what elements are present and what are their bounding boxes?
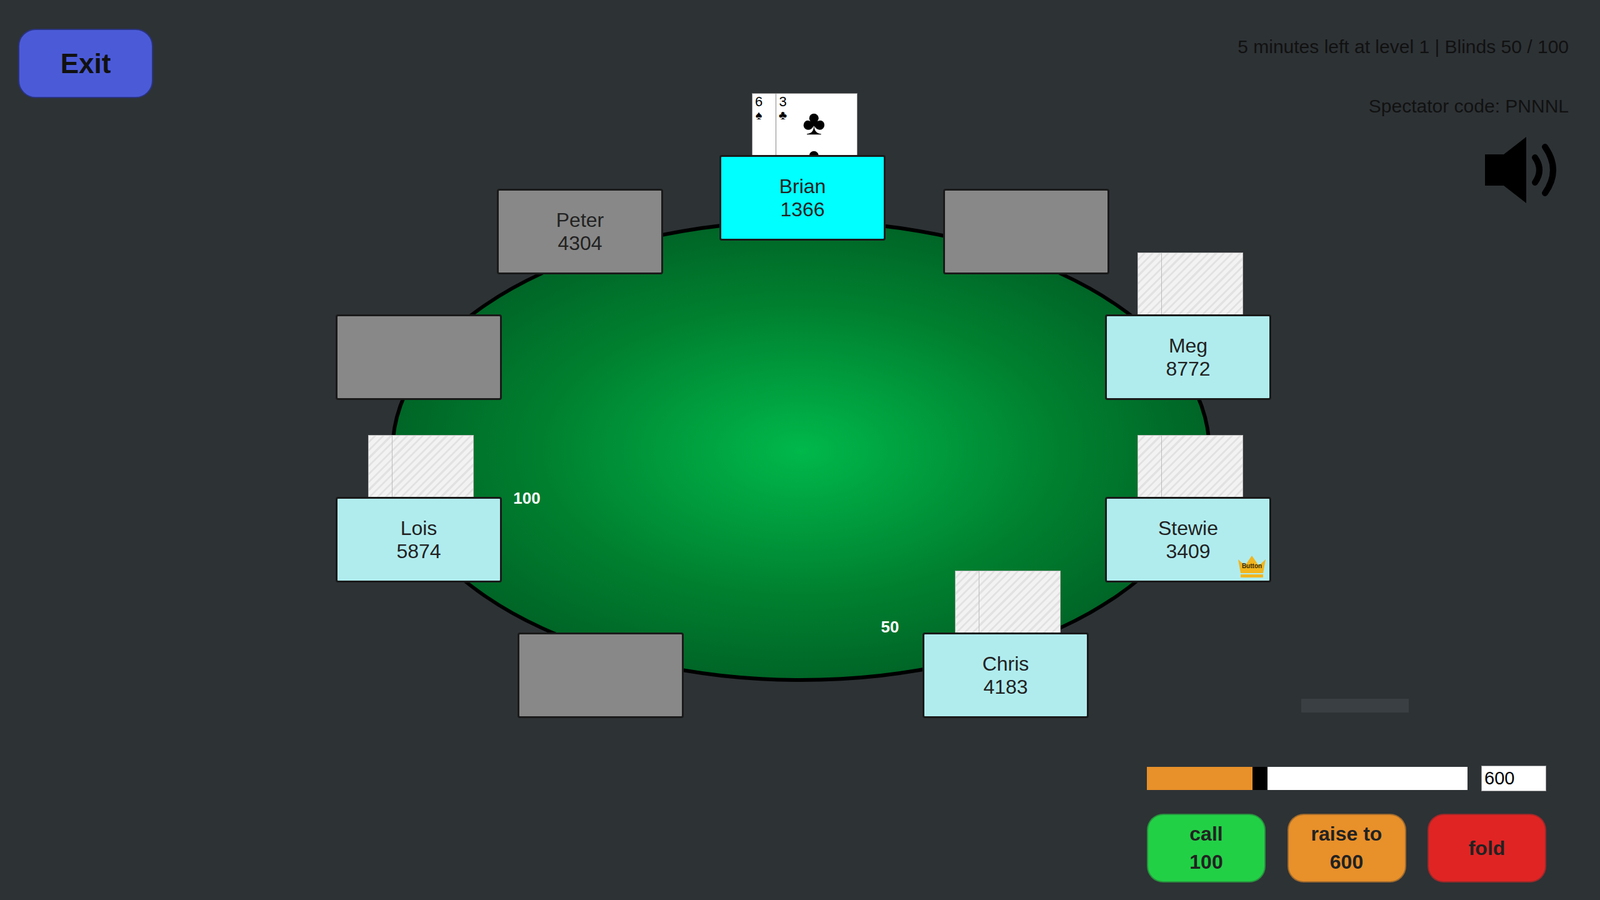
card-rank: 6 (755, 95, 763, 109)
exit-button[interactable]: Exit (18, 28, 154, 99)
button-amount: 600 (1330, 848, 1364, 877)
bet-amount: 50 (881, 615, 900, 640)
card-corner: 6♠ (755, 95, 763, 122)
player-seat: Peter4304 (496, 188, 664, 275)
action-panel: 600 call100raise to600fold (1146, 765, 1547, 883)
spectator-code: Spectator code: PNNNL (1368, 91, 1569, 120)
button-label: fold (1468, 834, 1506, 863)
level-info: 5 minutes left at level 1 | Blinds 50 / … (1237, 32, 1569, 61)
player-chips: 4304 (557, 231, 602, 255)
badge-label: Button (1236, 563, 1267, 570)
button-label: call (1189, 820, 1223, 849)
poker-screen: Exit 5 minutes left at level 1 | Blinds … (0, 0, 1600, 900)
button-label: raise to (1311, 820, 1383, 849)
faint-box (1301, 698, 1409, 713)
player-chips: 1366 (780, 198, 825, 222)
player-chips: 8772 (1165, 357, 1210, 381)
player-seat: Lois5874 (335, 496, 502, 583)
raise-input[interactable]: 600 (1481, 765, 1547, 792)
card-rank: 3 (778, 95, 787, 109)
raise-slider[interactable] (1146, 766, 1468, 790)
action-buttons: call100 raise to600 fold (1146, 813, 1547, 883)
fold-button[interactable]: fold (1427, 813, 1547, 883)
raise-row: 600 (1146, 765, 1547, 792)
player-name: Meg (1168, 334, 1208, 358)
player-chips: 5874 (396, 540, 441, 564)
player-name: Stewie (1158, 516, 1219, 540)
player-seat: Meg8772 (1105, 314, 1272, 400)
player-seat: Brian1366 (719, 155, 886, 241)
player-name: Peter (556, 208, 604, 232)
card-corner: 3♣ (778, 95, 787, 122)
player-chips: 3409 (1165, 540, 1210, 564)
poker-table (390, 219, 1212, 682)
bet-amount: 100 (513, 486, 540, 511)
card-suit: ♠ (755, 108, 763, 122)
player-seat: Stewie3409 Button (1105, 496, 1272, 583)
call-button[interactable]: call100 (1146, 813, 1266, 883)
card-suit: ♣ (778, 108, 787, 122)
button-amount: 100 (1189, 848, 1223, 877)
player-seat: Chris4183 (922, 632, 1089, 719)
dealer-badge: Button (1236, 554, 1267, 579)
info-panel: 5 minutes left at level 1 | Blinds 50 / … (1237, 32, 1569, 120)
card-center-suit: ♣ (802, 105, 826, 140)
slider-thumb[interactable] (1252, 766, 1268, 790)
player-name: Lois (400, 516, 438, 540)
speaker-icon[interactable] (1485, 135, 1563, 205)
empty-seat[interactable] (943, 188, 1110, 275)
slider-fill (1146, 766, 1253, 790)
player-name: Chris (982, 652, 1030, 676)
empty-seat[interactable] (335, 314, 502, 400)
empty-seat[interactable] (517, 632, 684, 719)
player-chips: 4183 (983, 675, 1028, 699)
raise-button[interactable]: raise to600 (1287, 813, 1407, 883)
player-name: Brian (779, 175, 827, 199)
